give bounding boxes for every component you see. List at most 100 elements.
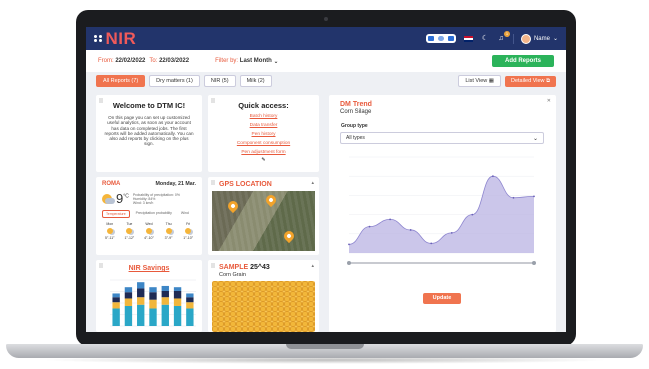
savings-bar-segment bbox=[124, 298, 133, 306]
tab-milk[interactable]: Milk (2) bbox=[239, 75, 272, 87]
view-toggle[interactable] bbox=[425, 34, 456, 43]
sample-card: SAMPLE 25^43 Corn Grain ▴ bbox=[208, 260, 319, 332]
savings-bar-segment bbox=[149, 308, 157, 326]
quick-access-card: Quick access: Batch history Data transfe… bbox=[208, 95, 319, 172]
wind-text: Wind: 3 km/h bbox=[132, 200, 154, 205]
link-pen-adjustment-form[interactable]: Pen adjustment form bbox=[208, 150, 319, 155]
list-view-button[interactable]: List View ▦ bbox=[458, 75, 501, 87]
savings-title: NIR Savings bbox=[128, 265, 170, 272]
weather-card: ROMA Monday, 21 Mar. 9°C Probability of … bbox=[96, 177, 202, 255]
drag-handle-icon[interactable] bbox=[99, 98, 103, 103]
close-icon[interactable]: ✕ bbox=[547, 98, 551, 104]
update-button[interactable]: Update bbox=[423, 293, 461, 304]
sample-subtitle: Corn Grain bbox=[219, 272, 246, 278]
corn-grain-photo bbox=[212, 281, 315, 332]
trend-point bbox=[491, 175, 494, 178]
dm-trend-subtitle: Corn Silage bbox=[340, 109, 372, 115]
forecast-day: Tue 1°-12° bbox=[124, 222, 135, 240]
tab-wind[interactable]: Wind bbox=[178, 210, 192, 218]
tab-nir[interactable]: NIR (5) bbox=[203, 75, 236, 87]
link-pen-history[interactable]: Pen history bbox=[208, 132, 319, 137]
group-type-select[interactable]: All types ⌄ bbox=[340, 132, 544, 144]
savings-bar-segment bbox=[173, 298, 182, 306]
filter-by-select[interactable]: Last Month bbox=[240, 58, 272, 64]
satellite-map[interactable] bbox=[212, 191, 315, 251]
savings-bar-chart bbox=[110, 279, 196, 327]
app-logo[interactable]: NIR bbox=[94, 29, 136, 49]
chevron-down-icon: ⌄ bbox=[552, 36, 558, 42]
filter-bar: From: 22/02/2022 To: 22/03/2022 Filter b… bbox=[86, 50, 566, 72]
group-type-value: All types bbox=[346, 135, 365, 141]
savings-bar-segment bbox=[112, 297, 120, 303]
savings-bar-segment bbox=[161, 304, 169, 326]
tab-dry-matters[interactable]: Dry matters (1) bbox=[149, 75, 200, 87]
chevron-down-icon: ⌄ bbox=[532, 135, 538, 142]
expand-icon[interactable]: ▴ bbox=[311, 180, 314, 186]
uk-flag-icon[interactable] bbox=[463, 35, 473, 42]
sample-title: SAMPLE 25^43 bbox=[219, 264, 270, 271]
from-label: From: bbox=[98, 58, 114, 64]
weather-date: Monday, 21 Mar. bbox=[155, 181, 196, 187]
chevron-down-icon: ⌄ bbox=[271, 58, 279, 65]
savings-bar-segment bbox=[124, 287, 133, 293]
link-component-consumption[interactable]: Component consumption bbox=[208, 141, 319, 146]
tab-precipitation[interactable]: Precipitation probability bbox=[133, 210, 175, 218]
savings-bar-segment bbox=[161, 297, 169, 305]
trend-point bbox=[533, 195, 535, 198]
savings-bar-segment bbox=[173, 305, 182, 326]
dm-trend-chart[interactable] bbox=[329, 149, 556, 289]
edit-icon[interactable]: ✎ bbox=[208, 157, 319, 163]
savings-bar-segment bbox=[137, 288, 145, 298]
user-menu[interactable]: Name ⌄ bbox=[512, 33, 558, 44]
detail-icon: ⧉ bbox=[546, 77, 550, 84]
expand-icon[interactable]: ▴ bbox=[311, 263, 314, 269]
link-data-transfer[interactable]: Data transfer bbox=[208, 123, 319, 128]
tab-all-reports[interactable]: All Reports (7) bbox=[96, 75, 146, 87]
welcome-body: On this page you can set up customized u… bbox=[104, 115, 194, 147]
add-reports-button[interactable]: Add Reports bbox=[492, 55, 554, 67]
drag-handle-icon[interactable] bbox=[211, 180, 215, 185]
drag-handle-icon[interactable] bbox=[99, 263, 103, 268]
link-batch-history[interactable]: Batch history bbox=[208, 114, 319, 119]
trend-point bbox=[368, 225, 371, 228]
drag-handle-icon[interactable] bbox=[211, 263, 215, 268]
user-name: Name bbox=[533, 35, 550, 42]
savings-bar-segment bbox=[186, 293, 194, 298]
trend-point bbox=[348, 243, 350, 246]
from-date[interactable]: 22/02/2022 bbox=[115, 58, 145, 64]
moon-icon[interactable]: ☾ bbox=[481, 35, 489, 43]
app-screen: NIR ☾ ♫ 1 Name ⌄ From: 22/02/2022 To: 22/… bbox=[86, 27, 566, 332]
drag-handle-icon[interactable] bbox=[211, 98, 215, 103]
forecast-day: Mon 5°-11° bbox=[105, 222, 115, 240]
bell-icon[interactable]: ♫ 1 bbox=[497, 30, 510, 43]
gps-card: GPS LOCATION ▴ bbox=[208, 177, 319, 255]
forecast-row: Mon 5°-11° Tue 1°-12° Wed 4°-10° Thu 3°-9° F… bbox=[102, 222, 196, 240]
laptop-mockup: NIR ☾ ♫ 1 Name ⌄ From: 22/02/2022 To: 22/… bbox=[0, 0, 649, 369]
range-slider-handle bbox=[532, 261, 536, 265]
savings-bar-segment bbox=[161, 285, 169, 291]
trend-point bbox=[471, 213, 474, 216]
filter-by-label: Filter by: bbox=[215, 58, 239, 64]
precipitation-text: Probability of precipitation: 0% bbox=[132, 192, 180, 197]
tab-temperature[interactable]: Temperature bbox=[102, 210, 130, 218]
logo-text: NIR bbox=[105, 28, 137, 48]
nir-savings-card: NIR Savings bbox=[96, 260, 202, 332]
quick-access-title: Quick access: bbox=[238, 101, 289, 110]
savings-bar-segment bbox=[149, 299, 157, 309]
logo-dots-icon bbox=[94, 34, 102, 43]
trend-point bbox=[512, 196, 515, 199]
notification-badge: 1 bbox=[503, 30, 510, 37]
savings-bar-segment bbox=[112, 293, 120, 298]
dm-trend-title: DM Trend bbox=[340, 101, 372, 108]
savings-bar-segment bbox=[161, 290, 169, 298]
savings-bar-segment bbox=[137, 304, 145, 326]
savings-bar-segment bbox=[137, 282, 145, 289]
savings-bar-segment bbox=[173, 290, 182, 299]
dm-trend-card: DM Trend Corn Silage ✕ Group type All ty… bbox=[329, 95, 556, 332]
weather-city: ROMA bbox=[102, 181, 121, 187]
savings-bar-segment bbox=[186, 297, 194, 303]
welcome-card: Welcome to DTM IC! On this page you can … bbox=[96, 95, 202, 172]
savings-bar-segment bbox=[137, 297, 145, 305]
to-date[interactable]: 22/03/2022 bbox=[159, 58, 189, 64]
detailed-view-button[interactable]: Detailed View ⧉ bbox=[505, 75, 556, 87]
